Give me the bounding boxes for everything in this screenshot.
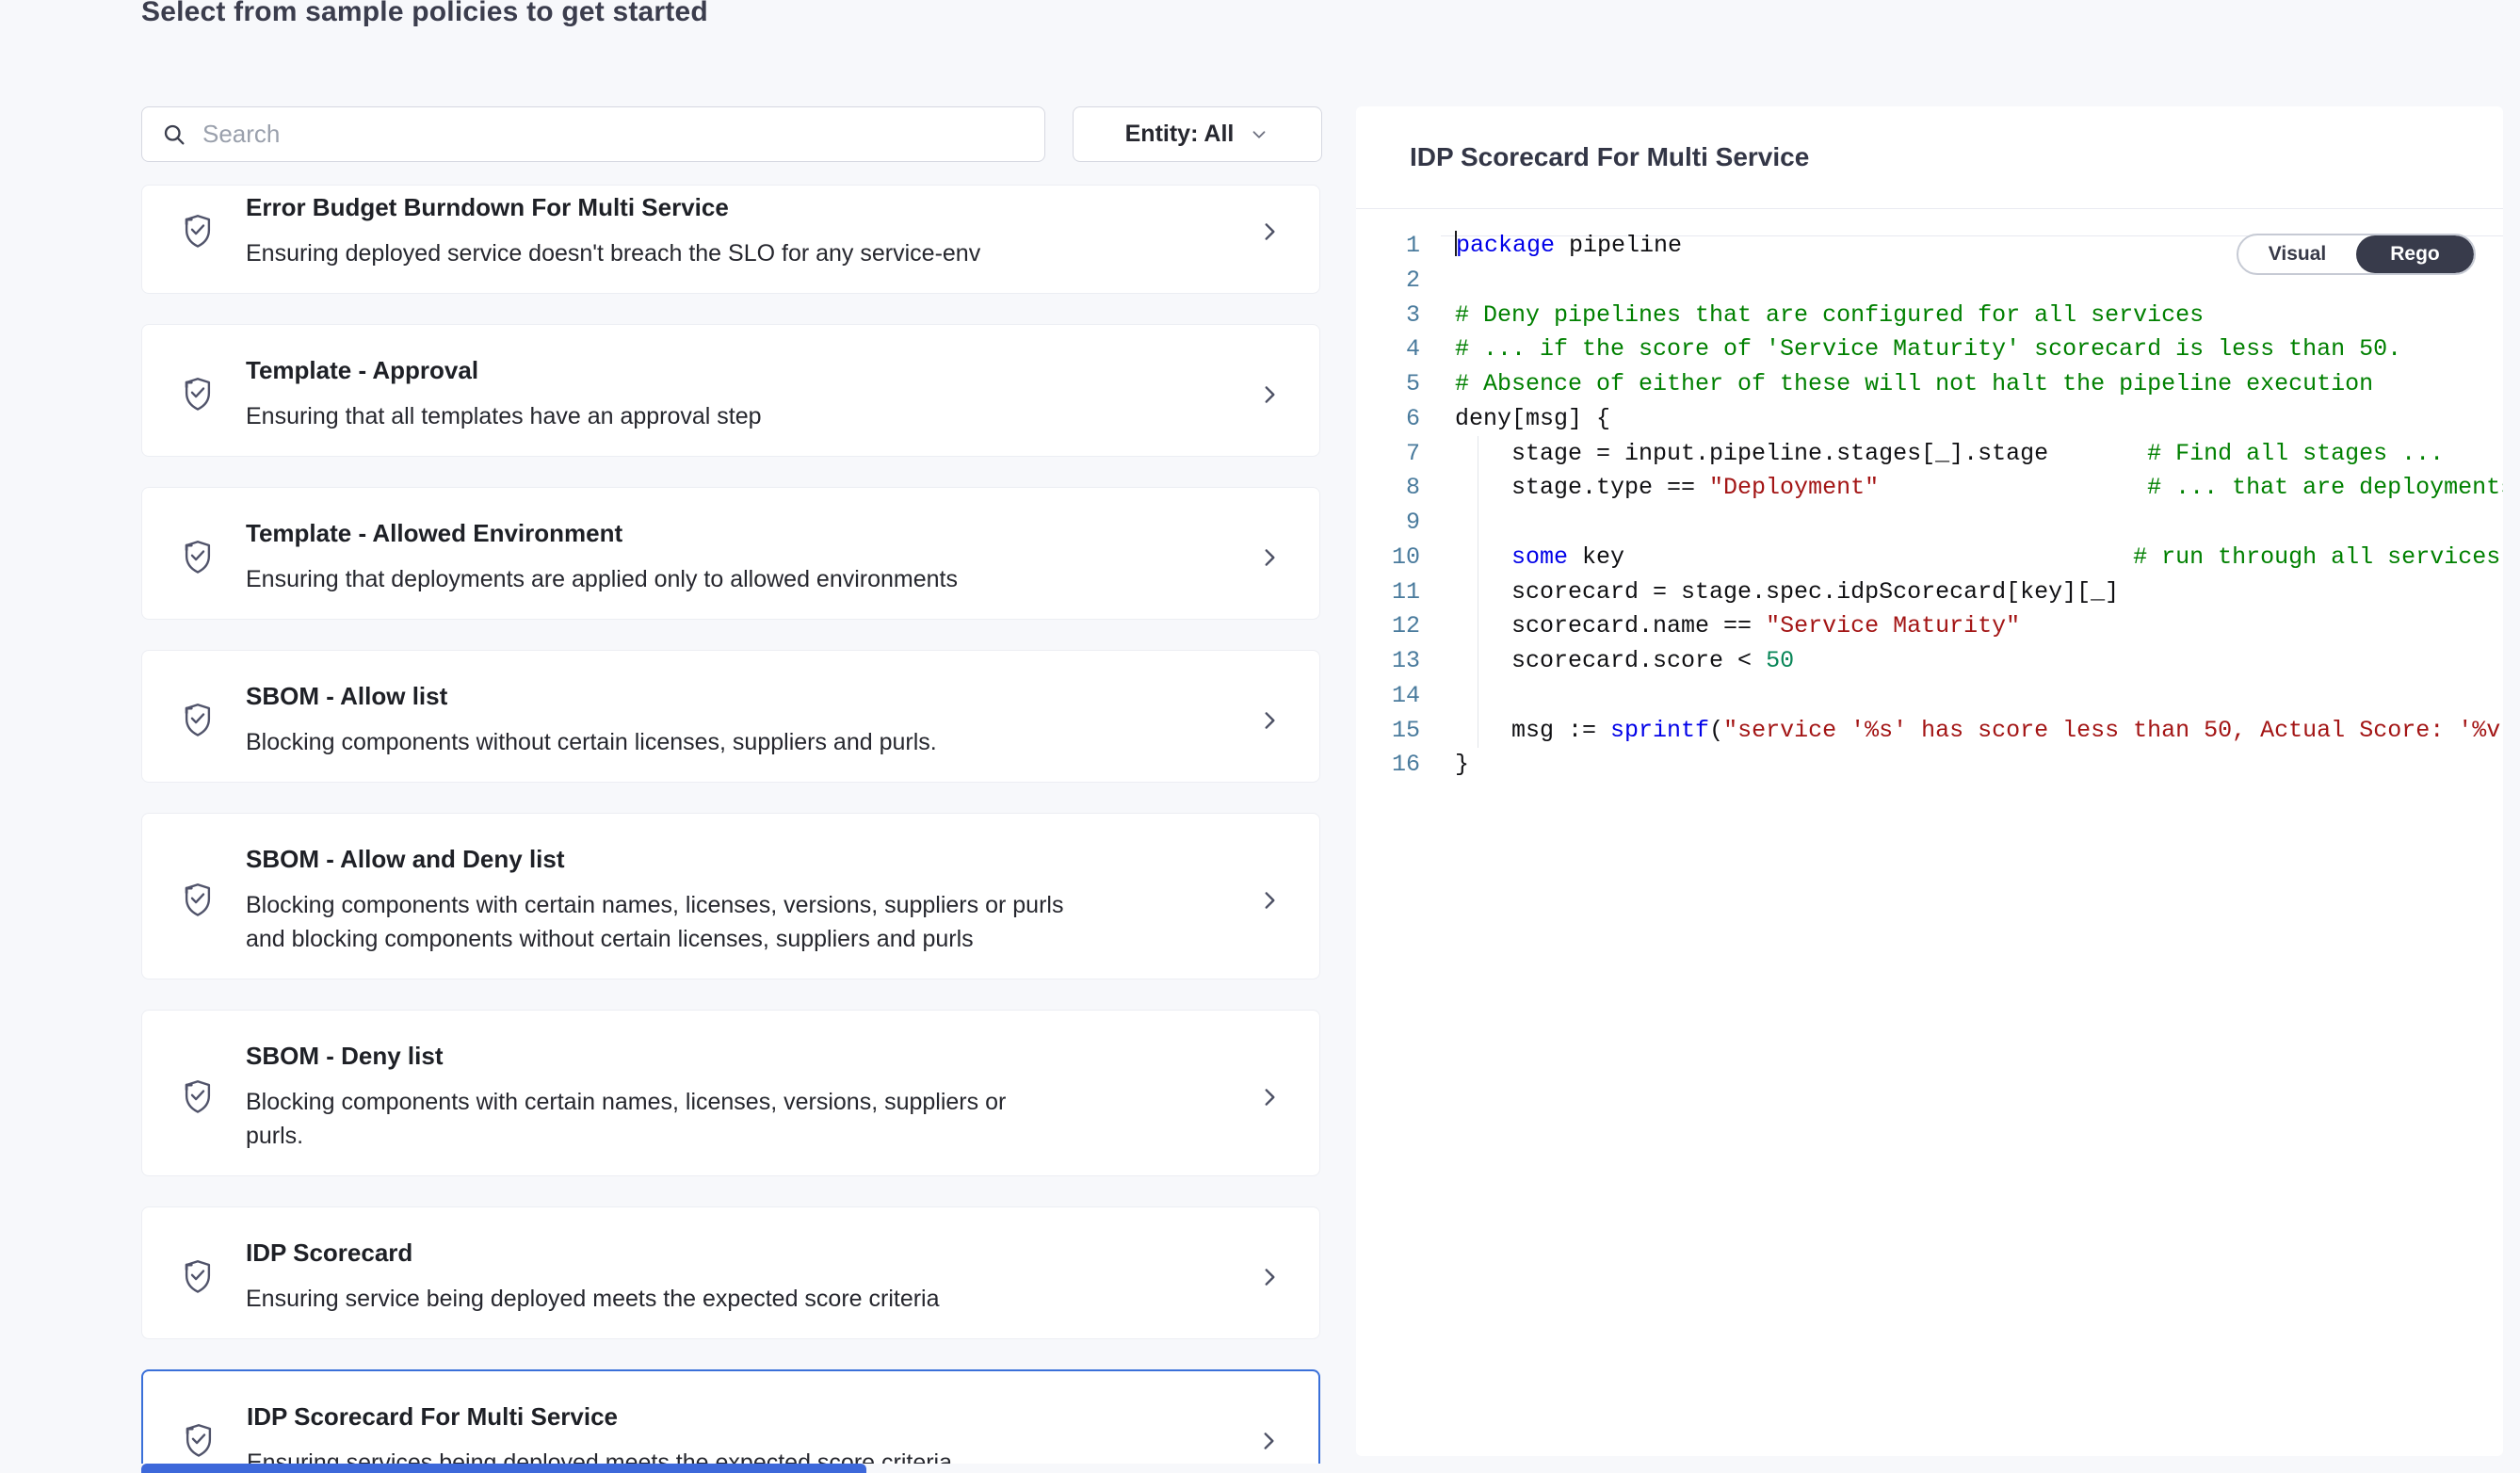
page-title: Select from sample policies to get start…: [141, 0, 708, 28]
code-line: 3# Deny pipelines that are configured fo…: [1356, 299, 2503, 333]
code-content: 1package pipeline23# Deny pipelines that…: [1356, 229, 2503, 783]
code-line: 11 scorecard = stage.spec.idpScorecard[k…: [1356, 575, 2503, 610]
line-number: 7: [1356, 437, 1420, 472]
line-number: 6: [1356, 402, 1420, 437]
chevron-right-icon: [1255, 1265, 1282, 1289]
chevron-right-icon: [1255, 1085, 1282, 1109]
filters-row: Entity: All: [141, 106, 1322, 162]
shield-check-icon: [180, 212, 216, 251]
code-line: 7 stage = input.pipeline.stages[_].stage…: [1356, 437, 2503, 472]
policy-description: Blocking components with certain names, …: [246, 888, 1070, 956]
shield-check-icon: [180, 375, 216, 414]
view-mode-toggle: Visual Rego: [2237, 234, 2476, 275]
policy-card[interactable]: Template - Allowed Environment Ensuring t…: [141, 487, 1320, 620]
policy-detail-panel: IDP Scorecard For Multi Service Visual R…: [1356, 106, 2503, 1456]
shield-check-icon: [180, 701, 216, 740]
policy-title: Template - Allowed Environment: [246, 519, 1255, 548]
policy-card[interactable]: IDP Scorecard For Multi Service Ensuring …: [141, 1369, 1320, 1464]
line-number: 5: [1356, 367, 1420, 402]
policy-description: Blocking components with certain names, …: [246, 1085, 1070, 1153]
shield-check-icon: [180, 1257, 216, 1297]
policy-title: IDP Scorecard: [246, 1238, 1255, 1268]
shield-check-icon: [181, 1421, 217, 1461]
policy-card[interactable]: SBOM - Allow and Deny list Blocking compo…: [141, 813, 1320, 979]
policy-detail-title: IDP Scorecard For Multi Service: [1410, 142, 1809, 172]
code-line: 5# Absence of either of these will not h…: [1356, 367, 2503, 402]
shield-check-icon: [180, 881, 216, 920]
policy-card[interactable]: Error Budget Burndown For Multi Service E…: [141, 185, 1320, 294]
entity-filter-label: Entity: All: [1125, 121, 1235, 148]
toggle-visual-button[interactable]: Visual: [2238, 235, 2356, 273]
policy-description: Ensuring that deployments are applied on…: [246, 562, 1070, 596]
code-editor[interactable]: Visual Rego 1package pipeline23# Deny pi…: [1356, 209, 2503, 1455]
policy-title: IDP Scorecard For Multi Service: [247, 1402, 1254, 1432]
policy-list: Error Budget Burndown For Multi Service E…: [141, 185, 1320, 1464]
line-number: 16: [1356, 748, 1420, 783]
policy-description: Ensuring services being deployed meets t…: [247, 1446, 1071, 1464]
policy-title: SBOM - Deny list: [246, 1042, 1255, 1071]
chevron-right-icon: [1255, 888, 1282, 913]
bottom-action-button-clipped[interactable]: [141, 1464, 866, 1473]
chevron-right-icon: [1255, 219, 1282, 244]
search-box[interactable]: [141, 106, 1045, 162]
code-line: 13 scorecard.score < 50: [1356, 644, 2503, 679]
line-number: 13: [1356, 644, 1420, 679]
policy-title: SBOM - Allow list: [246, 682, 1255, 711]
code-line: 6deny[msg] {: [1356, 402, 2503, 437]
line-number: 1: [1356, 229, 1420, 264]
chevron-right-icon: [1255, 708, 1282, 733]
line-number: 12: [1356, 609, 1420, 644]
line-number: 11: [1356, 575, 1420, 610]
policy-detail-header: IDP Scorecard For Multi Service: [1356, 106, 2503, 209]
line-number: 15: [1356, 714, 1420, 749]
chevron-down-icon: [1249, 124, 1269, 145]
policy-description: Ensuring service being deployed meets th…: [246, 1282, 1070, 1316]
search-icon: [161, 121, 187, 148]
code-line: 8 stage.type == "Deployment" # ... that …: [1356, 471, 2503, 506]
code-line: 10 some key # run through all services: [1356, 541, 2503, 575]
policy-description: Ensuring deployed service doesn't breach…: [246, 236, 1070, 270]
policy-card[interactable]: IDP Scorecard Ensuring service being depl…: [141, 1206, 1320, 1339]
code-line: 14: [1356, 679, 2503, 714]
policy-description: Blocking components without certain lice…: [246, 725, 1070, 759]
search-input[interactable]: [201, 119, 1026, 150]
line-number: 4: [1356, 332, 1420, 367]
line-number: 8: [1356, 471, 1420, 506]
policy-title: Error Budget Burndown For Multi Service: [246, 193, 1255, 222]
code-line: 12 scorecard.name == "Service Maturity": [1356, 609, 2503, 644]
line-number: 3: [1356, 299, 1420, 333]
chevron-right-icon: [1255, 545, 1282, 570]
chevron-right-icon: [1254, 1429, 1281, 1453]
policy-title: SBOM - Allow and Deny list: [246, 845, 1255, 874]
code-line: 9: [1356, 506, 2503, 541]
toggle-rego-button[interactable]: Rego: [2356, 235, 2474, 273]
line-number: 14: [1356, 679, 1420, 714]
shield-check-icon: [180, 1077, 216, 1117]
line-number: 9: [1356, 506, 1420, 541]
policy-card[interactable]: Template - Approval Ensuring that all tem…: [141, 324, 1320, 457]
line-number: 10: [1356, 541, 1420, 575]
policy-card[interactable]: SBOM - Allow list Blocking components wit…: [141, 650, 1320, 783]
code-line: 16}: [1356, 748, 2503, 783]
policy-description: Ensuring that all templates have an appr…: [246, 399, 1070, 433]
text-cursor: [1455, 231, 1457, 256]
entity-filter-dropdown[interactable]: Entity: All: [1073, 106, 1322, 162]
policy-title: Template - Approval: [246, 356, 1255, 385]
code-line: 15 msg := sprintf("service '%s' has scor…: [1356, 714, 2503, 749]
chevron-right-icon: [1255, 382, 1282, 407]
code-line: 4# ... if the score of 'Service Maturity…: [1356, 332, 2503, 367]
line-number: 2: [1356, 264, 1420, 299]
shield-check-icon: [180, 538, 216, 577]
policy-card[interactable]: SBOM - Deny list Blocking components with…: [141, 1010, 1320, 1176]
